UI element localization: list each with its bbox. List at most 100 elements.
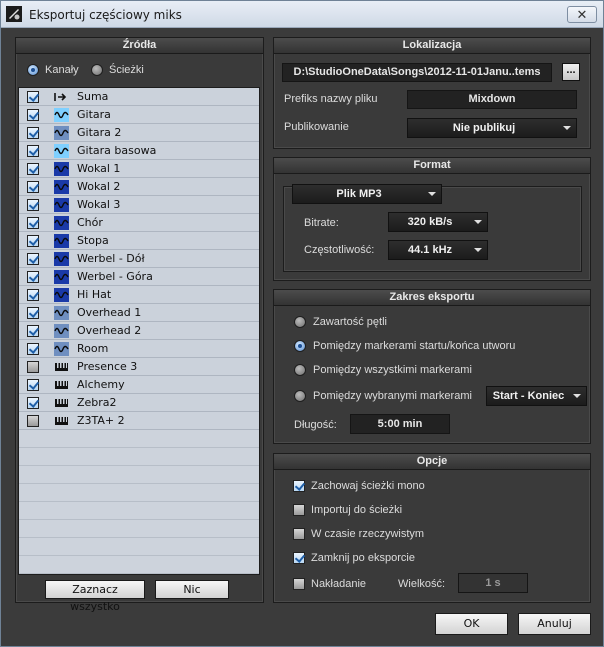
track-checkbox[interactable] xyxy=(27,145,39,157)
track-row[interactable]: Hi Hat xyxy=(19,286,259,304)
audio-wave-icon xyxy=(54,252,69,266)
chevron-down-icon xyxy=(563,126,571,130)
import-to-track-checkbox[interactable] xyxy=(293,504,305,516)
empty-list-row xyxy=(19,448,259,466)
cancel-button[interactable]: Anuluj xyxy=(518,613,591,635)
track-checkbox[interactable] xyxy=(27,217,39,229)
track-name: Gitara 2 xyxy=(77,126,122,139)
track-checkbox[interactable] xyxy=(27,325,39,337)
instrument-keyboard-icon xyxy=(55,417,68,425)
export-stems-dialog: Eksportuj częściowy miks ✕ Źródła Kanały… xyxy=(0,0,604,647)
markers-dropdown[interactable]: Start - Koniec xyxy=(486,386,587,406)
track-row[interactable]: Gitara xyxy=(19,106,259,124)
export-range-option-label: Pomiędzy wybranymi markerami xyxy=(313,390,472,402)
track-checkbox[interactable] xyxy=(27,307,39,319)
bitrate-dropdown[interactable]: 320 kB/s xyxy=(388,212,488,232)
export-range-option-label: Zawartość pętli xyxy=(313,316,387,328)
close-button[interactable]: ✕ xyxy=(567,6,597,23)
track-name: Gitara basowa xyxy=(77,144,157,157)
track-checkbox[interactable] xyxy=(27,181,39,193)
track-checkbox[interactable] xyxy=(27,343,39,355)
track-row[interactable]: Overhead 1 xyxy=(19,304,259,322)
track-row[interactable]: Gitara 2 xyxy=(19,124,259,142)
track-checkbox[interactable] xyxy=(27,235,39,247)
frequency-label: Częstotliwość: xyxy=(304,244,375,256)
master-bus-icon xyxy=(54,93,67,101)
track-row[interactable]: Overhead 2 xyxy=(19,322,259,340)
track-checkbox[interactable] xyxy=(27,109,39,121)
track-row[interactable]: Werbel - Dół xyxy=(19,250,259,268)
length-field[interactable]: 5:00 min xyxy=(350,414,450,434)
track-row[interactable]: Wokal 1 xyxy=(19,160,259,178)
keep-mono-checkbox[interactable] xyxy=(293,480,305,492)
export-range-radio[interactable] xyxy=(294,364,306,376)
ok-button[interactable]: OK xyxy=(435,613,508,635)
export-range-header: Zakres eksportu xyxy=(274,290,590,306)
track-checkbox[interactable] xyxy=(27,271,39,283)
chevron-down-icon xyxy=(474,220,482,224)
track-name: Wokal 1 xyxy=(77,162,121,175)
select-all-button[interactable]: Zaznacz wszystko xyxy=(45,580,145,613)
track-name: Werbel - Dół xyxy=(77,252,145,265)
track-checkbox[interactable] xyxy=(27,199,39,211)
track-checkbox[interactable] xyxy=(27,127,39,139)
audio-wave-icon xyxy=(54,324,69,338)
filename-prefix-input[interactable]: Mixdown xyxy=(407,90,577,109)
close-after-export-checkbox[interactable] xyxy=(293,552,305,564)
track-row[interactable]: Suma xyxy=(19,88,259,106)
track-checkbox[interactable] xyxy=(27,415,39,427)
select-none-button[interactable]: Nic xyxy=(155,580,229,599)
track-checkbox[interactable] xyxy=(27,91,39,103)
file-type-dropdown[interactable]: Plik MP3 xyxy=(292,184,442,204)
track-row[interactable]: Chór xyxy=(19,214,259,232)
instrument-keyboard-icon xyxy=(55,363,68,371)
export-path-field[interactable]: D:\StudioOneData\Songs\2012-11-01Janu..t… xyxy=(282,63,552,82)
audio-wave-icon xyxy=(54,144,69,158)
audio-wave-icon xyxy=(54,180,69,194)
track-row[interactable]: Wokal 3 xyxy=(19,196,259,214)
chevron-down-icon xyxy=(474,248,482,252)
publish-value: Nie publikuj xyxy=(452,122,516,134)
track-row[interactable]: Z3TA+ 2 xyxy=(19,412,259,430)
publish-dropdown[interactable]: Nie publikuj xyxy=(407,118,577,138)
track-row[interactable]: Presence 3 xyxy=(19,358,259,376)
audio-wave-icon xyxy=(54,198,69,212)
channels-radio[interactable] xyxy=(27,64,39,76)
overlap-size-field[interactable]: 1 s xyxy=(458,573,528,593)
title-bar[interactable]: Eksportuj częściowy miks ✕ xyxy=(1,1,603,28)
tracks-radio[interactable] xyxy=(91,64,103,76)
window-title: Eksportuj częściowy miks xyxy=(29,8,182,22)
frequency-value: 44.1 kHz xyxy=(407,244,453,256)
track-checkbox[interactable] xyxy=(27,253,39,265)
track-checkbox[interactable] xyxy=(27,379,39,391)
frequency-dropdown[interactable]: 44.1 kHz xyxy=(388,240,488,260)
track-checkbox[interactable] xyxy=(27,397,39,409)
empty-list-row xyxy=(19,556,259,574)
audio-wave-icon xyxy=(54,288,69,302)
empty-list-row xyxy=(19,466,259,484)
export-range-option-label: Pomiędzy markerami startu/końca utworu xyxy=(313,340,516,352)
track-row[interactable]: Stopa xyxy=(19,232,259,250)
track-row[interactable]: Alchemy xyxy=(19,376,259,394)
export-range-radio[interactable] xyxy=(294,316,306,328)
track-checkbox[interactable] xyxy=(27,289,39,301)
track-row[interactable]: Gitara basowa xyxy=(19,142,259,160)
instrument-keyboard-icon xyxy=(55,399,68,407)
track-checkbox[interactable] xyxy=(27,361,39,373)
track-list[interactable]: Suma Gitara Gitara 2 Gitara basowa Wokal 1 Wo… xyxy=(18,87,260,575)
track-name: Chór xyxy=(77,216,103,229)
export-range-radio[interactable] xyxy=(294,340,306,352)
track-row[interactable]: Wokal 2 xyxy=(19,178,259,196)
export-range-radio[interactable] xyxy=(294,390,306,402)
track-row[interactable]: Werbel - Góra xyxy=(19,268,259,286)
track-name: Z3TA+ 2 xyxy=(77,414,125,427)
overlap-checkbox[interactable] xyxy=(293,578,305,590)
realtime-checkbox[interactable] xyxy=(293,528,305,540)
track-row[interactable]: Zebra2 xyxy=(19,394,259,412)
track-checkbox[interactable] xyxy=(27,163,39,175)
track-row[interactable]: Room xyxy=(19,340,259,358)
location-header: Lokalizacja xyxy=(274,38,590,54)
audio-wave-icon xyxy=(54,216,69,230)
browse-button[interactable]: ... xyxy=(562,63,580,81)
file-type-value: Plik MP3 xyxy=(336,188,382,200)
